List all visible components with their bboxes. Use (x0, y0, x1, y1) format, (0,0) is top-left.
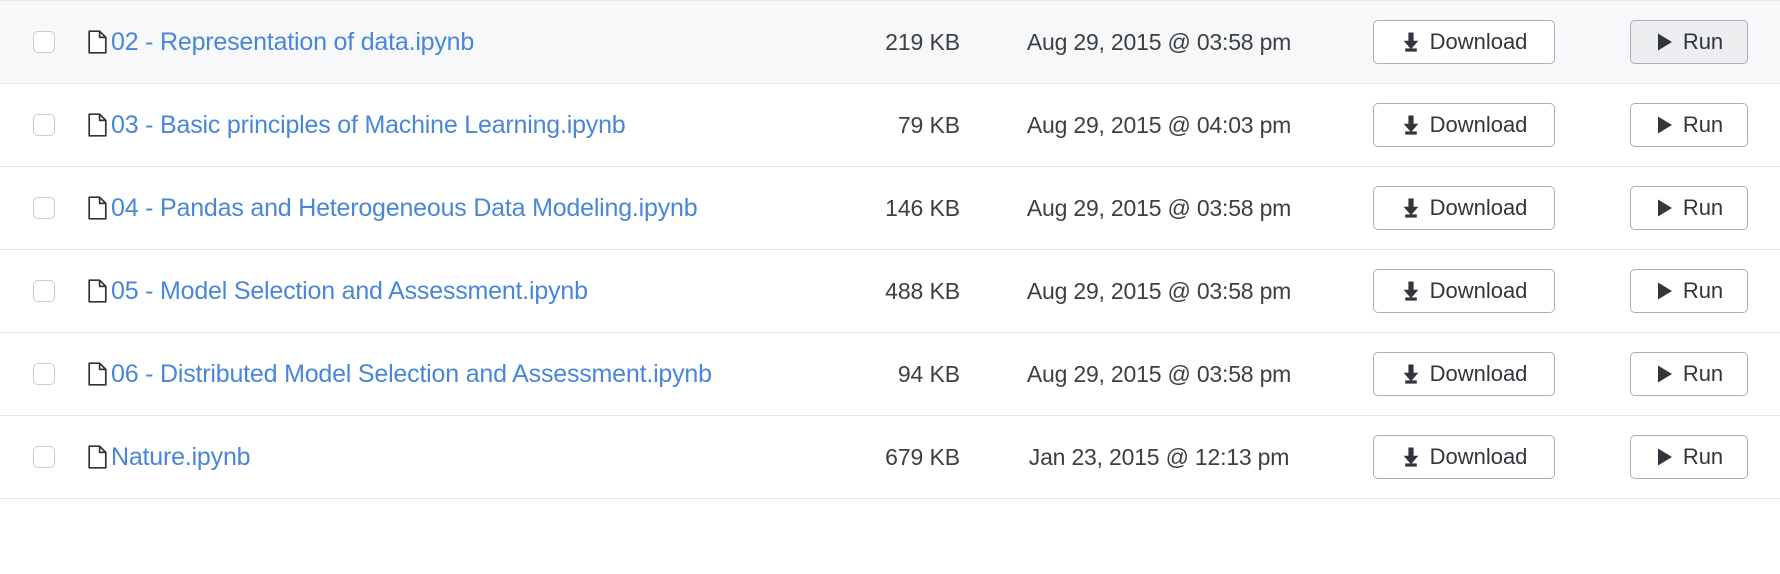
download-icon (1401, 446, 1421, 468)
file-icon (88, 362, 107, 386)
table-row[interactable]: 03 - Basic principles of Machine Learnin… (0, 84, 1780, 167)
checkbox-icon[interactable] (33, 446, 55, 468)
download-icon (1401, 31, 1421, 53)
row-select-cell (0, 333, 88, 416)
download-button-label: Download (1430, 31, 1528, 53)
file-size: 94 KB (760, 333, 974, 416)
run-button[interactable]: Run (1630, 103, 1748, 147)
file-size: 219 KB (760, 1, 974, 84)
play-icon (1655, 198, 1674, 218)
download-button[interactable]: Download (1373, 269, 1555, 313)
table-row[interactable]: 05 - Model Selection and Assessment.ipyn… (0, 250, 1780, 333)
download-cell: Download (1344, 1, 1584, 84)
file-icon (88, 113, 107, 137)
run-button-label: Run (1683, 114, 1723, 136)
file-date: Aug 29, 2015 @ 03:58 pm (974, 250, 1344, 333)
download-button-label: Download (1430, 114, 1528, 136)
file-name-link[interactable]: 05 - Model Selection and Assessment.ipyn… (111, 279, 588, 304)
run-button[interactable]: Run (1630, 352, 1748, 396)
file-name-link[interactable]: 06 - Distributed Model Selection and Ass… (111, 362, 712, 387)
run-cell: Run (1584, 1, 1780, 84)
file-name-cell: 06 - Distributed Model Selection and Ass… (88, 333, 760, 416)
run-button[interactable]: Run (1630, 20, 1748, 64)
file-list-table: 02 - Representation of data.ipynb 219 KB… (0, 0, 1780, 499)
download-button[interactable]: Download (1373, 435, 1555, 479)
file-icon (88, 445, 107, 469)
download-button[interactable]: Download (1373, 352, 1555, 396)
run-button[interactable]: Run (1630, 435, 1748, 479)
download-icon (1401, 280, 1421, 302)
run-button[interactable]: Run (1630, 186, 1748, 230)
run-button-label: Run (1683, 31, 1723, 53)
file-size: 488 KB (760, 250, 974, 333)
file-name-link[interactable]: 02 - Representation of data.ipynb (111, 30, 474, 55)
download-button[interactable]: Download (1373, 20, 1555, 64)
run-cell: Run (1584, 84, 1780, 167)
play-icon (1655, 32, 1674, 52)
checkbox-icon[interactable] (33, 363, 55, 385)
table-row[interactable]: 02 - Representation of data.ipynb 219 KB… (0, 1, 1780, 84)
file-name-cell: Nature.ipynb (88, 416, 760, 499)
play-icon (1655, 281, 1674, 301)
download-icon (1401, 114, 1421, 136)
file-name-link[interactable]: 03 - Basic principles of Machine Learnin… (111, 113, 626, 138)
file-name-link[interactable]: Nature.ipynb (111, 445, 250, 470)
file-size: 679 KB (760, 416, 974, 499)
checkbox-icon[interactable] (33, 31, 55, 53)
file-name-cell: 04 - Pandas and Heterogeneous Data Model… (88, 167, 760, 250)
play-icon (1655, 447, 1674, 467)
play-icon (1655, 115, 1674, 135)
file-date: Aug 29, 2015 @ 04:03 pm (974, 84, 1344, 167)
file-size: 79 KB (760, 84, 974, 167)
file-date: Jan 23, 2015 @ 12:13 pm (974, 416, 1344, 499)
row-select-cell (0, 416, 88, 499)
run-button-label: Run (1683, 446, 1723, 468)
file-date: Aug 29, 2015 @ 03:58 pm (974, 167, 1344, 250)
row-select-cell (0, 84, 88, 167)
file-icon (88, 30, 107, 54)
row-select-cell (0, 250, 88, 333)
file-icon (88, 279, 107, 303)
row-select-cell (0, 1, 88, 84)
checkbox-icon[interactable] (33, 114, 55, 136)
download-cell: Download (1344, 416, 1584, 499)
run-button[interactable]: Run (1630, 269, 1748, 313)
file-size: 146 KB (760, 167, 974, 250)
table-row[interactable]: 04 - Pandas and Heterogeneous Data Model… (0, 167, 1780, 250)
download-button-label: Download (1430, 197, 1528, 219)
run-button-label: Run (1683, 280, 1723, 302)
table-row[interactable]: 06 - Distributed Model Selection and Ass… (0, 333, 1780, 416)
run-cell: Run (1584, 416, 1780, 499)
download-button[interactable]: Download (1373, 103, 1555, 147)
download-cell: Download (1344, 167, 1584, 250)
file-icon (88, 196, 107, 220)
run-button-label: Run (1683, 197, 1723, 219)
download-cell: Download (1344, 250, 1584, 333)
file-list-body: 02 - Representation of data.ipynb 219 KB… (0, 1, 1780, 499)
download-button-label: Download (1430, 280, 1528, 302)
file-name-cell: 03 - Basic principles of Machine Learnin… (88, 84, 760, 167)
file-name-cell: 02 - Representation of data.ipynb (88, 1, 760, 84)
download-button[interactable]: Download (1373, 186, 1555, 230)
download-icon (1401, 363, 1421, 385)
play-icon (1655, 364, 1674, 384)
checkbox-icon[interactable] (33, 280, 55, 302)
download-cell: Download (1344, 333, 1584, 416)
row-select-cell (0, 167, 88, 250)
file-date: Aug 29, 2015 @ 03:58 pm (974, 333, 1344, 416)
download-icon (1401, 197, 1421, 219)
table-row[interactable]: Nature.ipynb 679 KB Jan 23, 2015 @ 12:13… (0, 416, 1780, 499)
download-button-label: Download (1430, 446, 1528, 468)
run-cell: Run (1584, 333, 1780, 416)
checkbox-icon[interactable] (33, 197, 55, 219)
run-cell: Run (1584, 167, 1780, 250)
run-cell: Run (1584, 250, 1780, 333)
run-button-label: Run (1683, 363, 1723, 385)
download-cell: Download (1344, 84, 1584, 167)
download-button-label: Download (1430, 363, 1528, 385)
file-name-link[interactable]: 04 - Pandas and Heterogeneous Data Model… (111, 196, 697, 221)
file-date: Aug 29, 2015 @ 03:58 pm (974, 1, 1344, 84)
file-name-cell: 05 - Model Selection and Assessment.ipyn… (88, 250, 760, 333)
